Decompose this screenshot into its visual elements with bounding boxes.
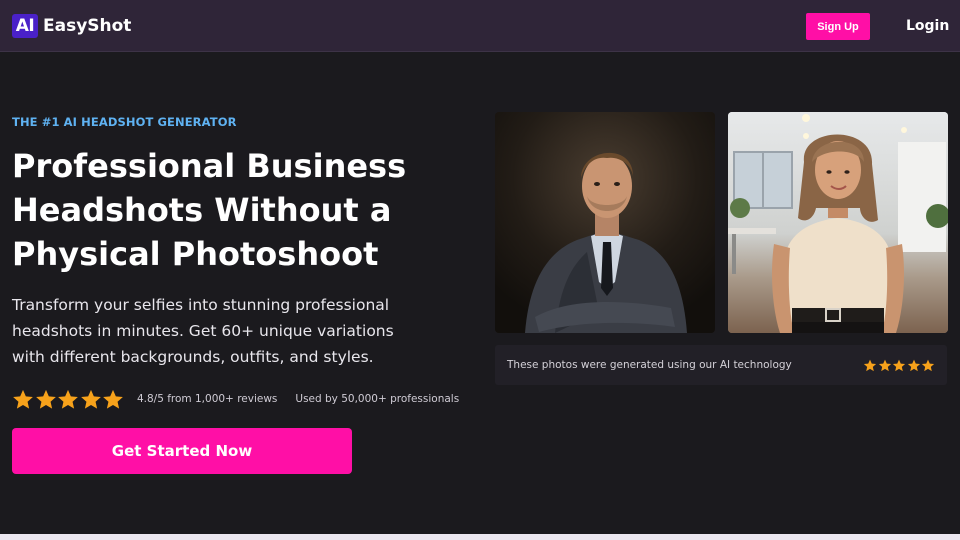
rating-stars	[12, 389, 125, 410]
subtext-line: headshots in minutes. Get 60+ unique var…	[12, 322, 394, 340]
hero-headline: Professional Business Headshots Without …	[12, 144, 452, 276]
headline-line: Headshots Without a	[12, 191, 392, 229]
star-icon	[57, 389, 79, 410]
hero-eyebrow: THE #1 AI HEADSHOT GENERATOR	[12, 115, 237, 129]
logo-link[interactable]: AI EasyShot	[12, 14, 131, 38]
users-count-text: Used by 50,000+ professionals	[295, 393, 460, 405]
gallery-caption: These photos were generated using our AI…	[507, 359, 792, 371]
hero-subtext: Transform your selfies into stunning pro…	[12, 292, 402, 370]
gallery-caption-bar: These photos were generated using our AI…	[495, 345, 947, 385]
star-icon	[35, 389, 57, 410]
man-portrait-image	[495, 112, 715, 333]
rating-row: 4.8/5 from 1,000+ reviews Used by 50,000…	[12, 388, 459, 410]
gallery-stars	[863, 359, 936, 372]
headline-line: Physical Photoshoot	[12, 235, 379, 273]
login-link[interactable]: Login	[906, 18, 949, 34]
subtext-line: Transform your selfies into stunning pro…	[12, 296, 390, 314]
top-navbar: AI EasyShot Sign Up Login	[0, 0, 960, 52]
sample-headshot-man	[495, 112, 715, 333]
sign-up-button[interactable]: Sign Up	[806, 13, 870, 40]
headline-line: Professional Business	[12, 147, 407, 185]
star-icon	[907, 359, 921, 372]
sample-headshot-woman	[728, 112, 948, 333]
subtext-line: with different backgrounds, outfits, and…	[12, 348, 374, 366]
star-icon	[863, 359, 877, 372]
brand-name: EasyShot	[43, 16, 132, 36]
star-icon	[878, 359, 892, 372]
woman-portrait-image	[728, 112, 948, 333]
rating-text: 4.8/5 from 1,000+ reviews	[136, 393, 278, 405]
star-icon	[102, 389, 124, 410]
star-icon	[12, 389, 34, 410]
get-started-button[interactable]: Get Started Now	[12, 428, 352, 474]
star-icon	[892, 359, 906, 372]
logo-ai-icon: AI	[12, 14, 38, 38]
star-icon	[80, 389, 102, 410]
next-section-edge	[0, 534, 960, 540]
star-icon	[921, 359, 935, 372]
